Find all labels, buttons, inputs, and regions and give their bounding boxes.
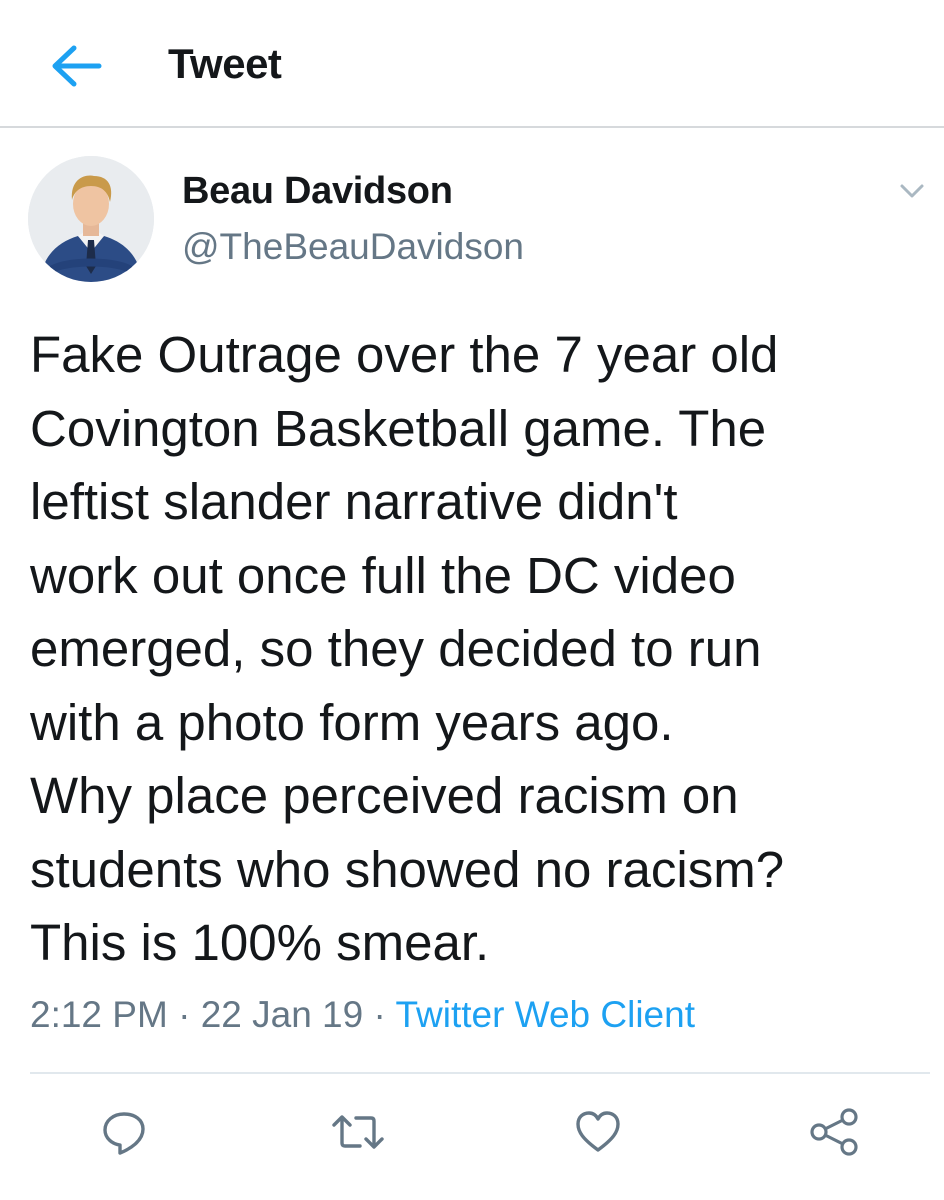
page-title: Tweet bbox=[168, 40, 282, 87]
tweet-text-line: Covington Basketball game. The bbox=[30, 399, 767, 457]
tweet-text-line: emerged, so they decided to run bbox=[30, 620, 762, 677]
divider bbox=[30, 1072, 930, 1074]
tweet-source-link[interactable]: Twitter Web Client bbox=[395, 994, 695, 1035]
author-handle[interactable]: @TheBeauDavidson bbox=[182, 226, 524, 268]
tweet-text-line: students who showed no racism? bbox=[30, 840, 785, 898]
arrow-left-icon bbox=[52, 45, 102, 87]
tweet-text-line: Why place perceived racism on bbox=[30, 767, 739, 824]
meta-separator: · bbox=[373, 994, 386, 1035]
author-display-name[interactable]: Beau Davidson bbox=[182, 170, 453, 213]
tweet-time: 2:12 PM bbox=[30, 994, 168, 1035]
retweet-button[interactable] bbox=[330, 1104, 386, 1160]
tweet-meta: 2:12 PM · 22 Jan 19 · Twitter Web Client bbox=[30, 994, 695, 1036]
top-bar: Tweet bbox=[0, 0, 944, 128]
tweet-text-line: leftist slander narrative didn't bbox=[30, 473, 678, 530]
share-icon bbox=[810, 1108, 858, 1156]
tweet-text: Fake Outrage over the 7 year old Covingt… bbox=[30, 318, 920, 980]
back-button[interactable] bbox=[44, 34, 108, 98]
meta-separator: · bbox=[178, 994, 191, 1035]
like-button[interactable] bbox=[570, 1104, 626, 1160]
reply-button[interactable] bbox=[96, 1104, 152, 1160]
tweet-date: 22 Jan 19 bbox=[200, 994, 364, 1035]
retweet-icon bbox=[332, 1115, 384, 1149]
chevron-down-icon bbox=[900, 184, 924, 198]
reply-icon bbox=[103, 1112, 145, 1155]
tweet-text-line: work out once full the DC video bbox=[30, 546, 736, 604]
share-button[interactable] bbox=[806, 1104, 862, 1160]
tweet-text-line: This is 100% smear. bbox=[30, 914, 490, 971]
more-options-button[interactable] bbox=[894, 176, 930, 206]
heart-icon bbox=[576, 1111, 620, 1152]
tweet-text-line: Fake Outrage over the 7 year old bbox=[30, 326, 779, 383]
tweet-text-line: with a photo form years ago. bbox=[30, 693, 674, 751]
avatar[interactable] bbox=[28, 156, 154, 282]
